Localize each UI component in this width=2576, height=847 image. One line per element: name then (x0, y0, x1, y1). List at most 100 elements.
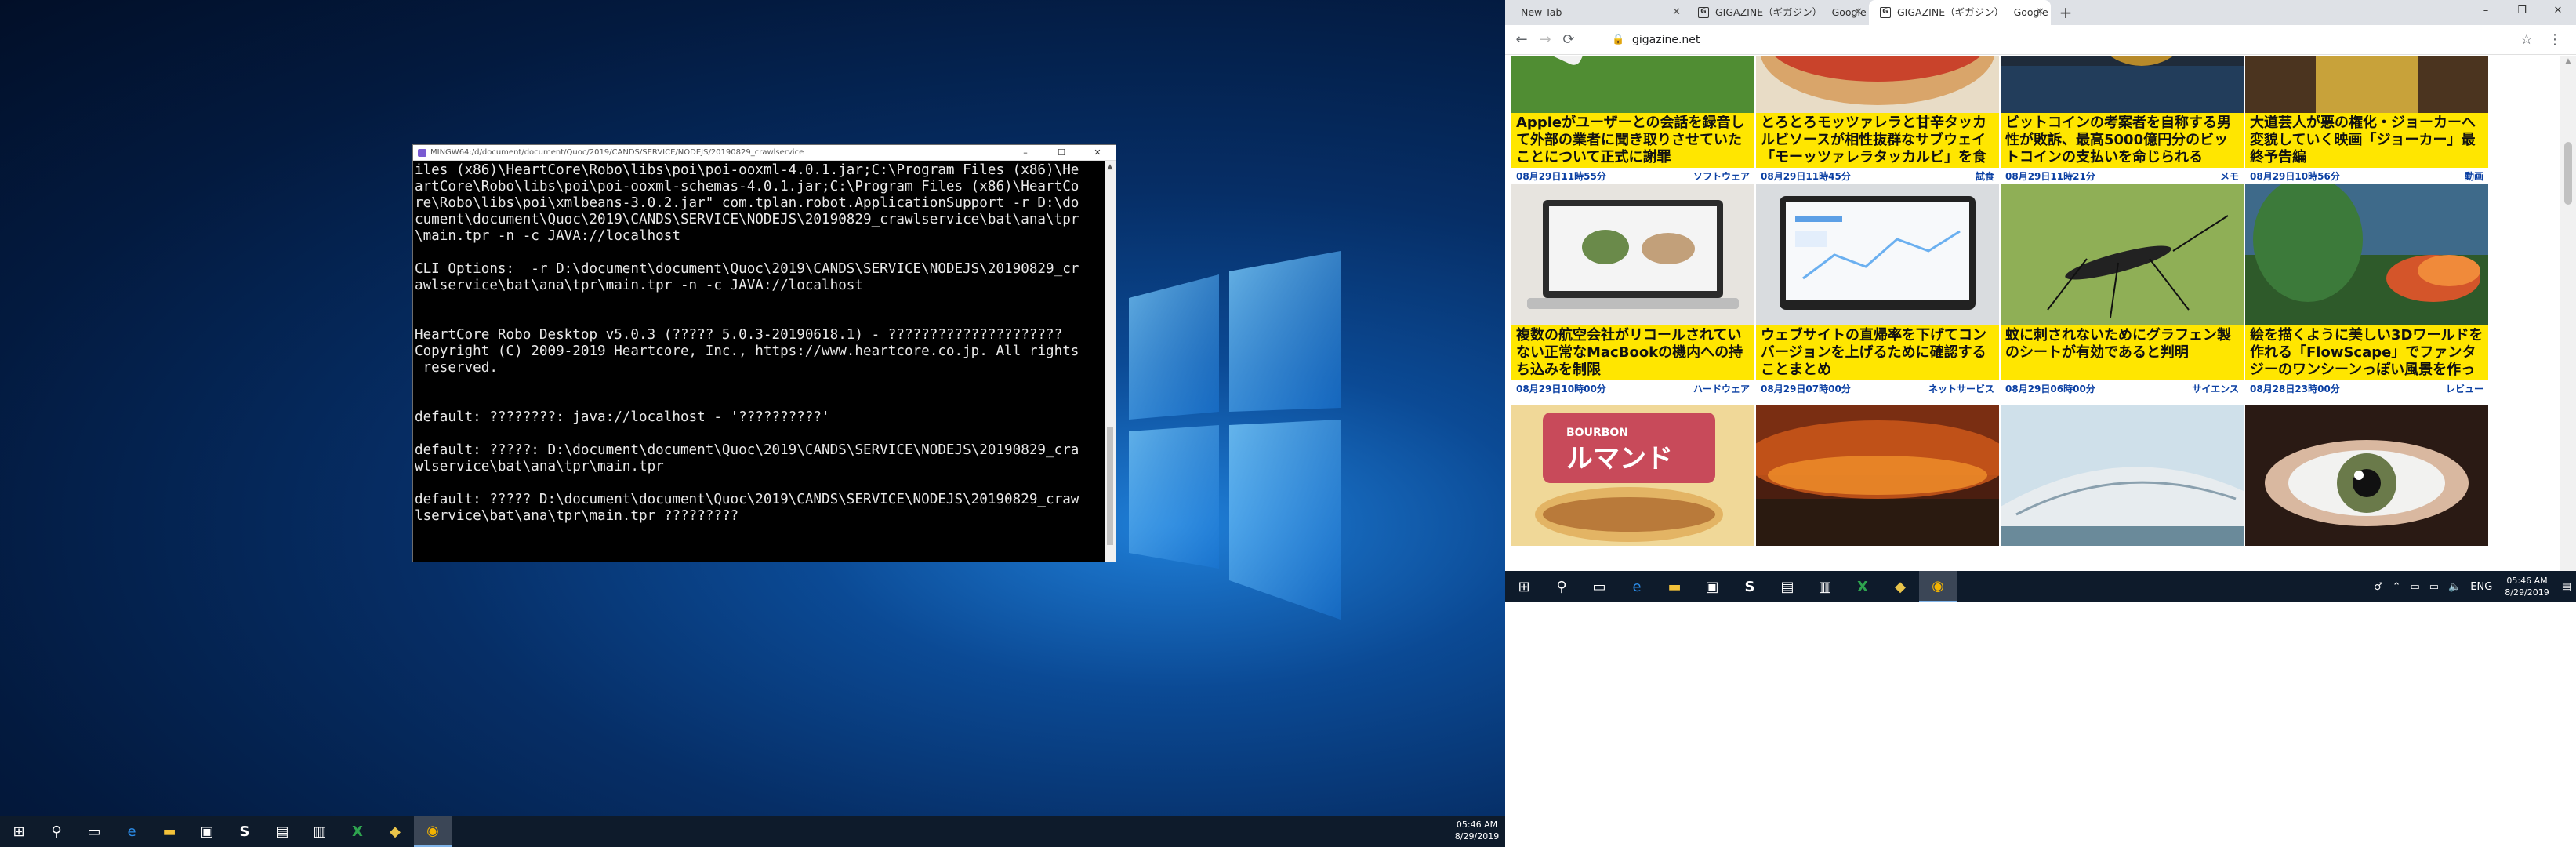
article-title[interactable]: 複数の航空会社がリコールされていない正常なMacBookの機内への持ち込みを制限 (1511, 325, 1754, 380)
start-button[interactable]: ⊞ (0, 816, 38, 847)
start-button[interactable]: ⊞ (1505, 571, 1543, 602)
article-card[interactable]: 複数の航空会社がリコールされていない正常なMacBookの機内への持ち込みを制限… (1511, 184, 1754, 398)
article-card[interactable]: 絵を描くように美しい3Dワールドを作れる「FlowScape」でファンタジーのワ… (2245, 184, 2488, 398)
article-thumbnail[interactable] (1756, 56, 1999, 113)
article-card[interactable]: 蚊に刺されないためにグラフェン製のシートが有効であると判明 08月29日06時00… (2001, 184, 2244, 398)
article-card[interactable] (2001, 405, 2244, 546)
terminal-titlebar[interactable]: MINGW64:/d/document/document/Quoc/2019/C… (413, 145, 1116, 161)
new-tab-button[interactable]: + (2054, 0, 2077, 25)
app-icon-1[interactable]: ▤ (1769, 571, 1806, 602)
excel-icon[interactable]: X (1844, 571, 1881, 602)
file-explorer-icon[interactable]: ▬ (1656, 571, 1693, 602)
excel-icon[interactable]: X (339, 816, 376, 847)
forward-arrow-icon[interactable]: → (1535, 30, 1555, 50)
article-thumbnail[interactable] (1756, 184, 1999, 325)
article-category[interactable]: ソフトウェア (1693, 168, 1750, 185)
article-card[interactable]: ₿ビットコインの考案者を自称する男性が敗訴、最高5000億円分のビットコインの支… (2001, 56, 2244, 185)
remote-desktop-icon[interactable]: ▣ (188, 816, 226, 847)
input-language[interactable]: ENG (2465, 581, 2497, 593)
gigazine-page[interactable]: Appleがユーザーとの会話を録音して外部の業者に聞き取りさせていたことについて… (1505, 56, 2560, 571)
minimize-button[interactable]: – (1007, 145, 1043, 160)
edge-icon[interactable]: e (1618, 571, 1656, 602)
tab-close-icon[interactable]: ✕ (1854, 0, 1863, 25)
minimize-button[interactable]: – (2468, 0, 2504, 25)
article-title[interactable]: ビットコインの考案者を自称する男性が敗訴、最高5000億円分のビットコインの支払… (2001, 113, 2244, 168)
bookmark-star-icon[interactable]: ☆ (2516, 30, 2537, 50)
chrome-menu-icon[interactable]: ⋮ (2545, 30, 2565, 50)
terminal-output[interactable]: iles (x86)\HeartCore\Robo\libs\poi\poi-o… (413, 161, 1105, 562)
article-category[interactable]: ネットサービス (1928, 380, 1994, 398)
tab-close-icon[interactable]: ✕ (2036, 0, 2044, 25)
scrollbar-thumb[interactable] (1107, 427, 1113, 545)
article-card[interactable]: 大道芸人が悪の権化・ジョーカーへ変貌していく映画「ジョーカー」最終予告編 08月2… (2245, 56, 2488, 185)
back-arrow-icon[interactable]: ← (1511, 30, 1532, 50)
article-thumbnail[interactable]: BOURBON ルマンド (1511, 405, 1754, 546)
article-thumbnail[interactable]: ₿ (2001, 56, 2244, 113)
article-thumbnail[interactable] (2245, 56, 2488, 113)
notepad-icon[interactable]: ▥ (1806, 571, 1844, 602)
article-category[interactable]: サイエンス (2192, 380, 2239, 398)
taskbar-clock[interactable]: 05:46 AM 8/29/2019 (2497, 575, 2556, 598)
article-card[interactable]: BOURBON ルマンド (1511, 405, 1754, 546)
close-button[interactable]: ✕ (1079, 145, 1116, 160)
task-view-icon[interactable]: ▭ (1580, 571, 1618, 602)
search-icon[interactable]: ⚲ (1543, 571, 1580, 602)
article-thumbnail[interactable] (2245, 405, 2488, 546)
notification-icon[interactable]: ▤ (2557, 581, 2576, 593)
edge-icon[interactable]: e (113, 816, 151, 847)
article-card[interactable]: Appleがユーザーとの会話を録音して外部の業者に聞き取りさせていたことについて… (1511, 56, 1754, 185)
scroll-up-arrow-icon[interactable]: ▲ (2560, 57, 2576, 65)
tab-new-tab[interactable]: New Tab ✕ (1505, 0, 1687, 25)
volume-icon[interactable]: 🔈 (2444, 581, 2465, 593)
article-title[interactable]: とろとろモッツァレラと甘辛タッカルビソースが相性抜群なサブウェイ「モーッツァレラ… (1756, 113, 1999, 168)
show-hidden-icons-icon[interactable]: ⌃ (2388, 581, 2406, 593)
article-category[interactable]: 試食 (1976, 168, 1994, 185)
article-thumbnail[interactable] (2001, 405, 2244, 546)
article-thumbnail[interactable] (1756, 405, 1999, 546)
tab-gigazine-2[interactable]: G GIGAZINE（ギガジン） - Google ✕ (1869, 0, 2051, 25)
article-title[interactable]: 蚊に刺されないためにグラフェン製のシートが有効であると判明 (2001, 325, 2244, 380)
git-icon[interactable]: ◆ (376, 816, 414, 847)
git-icon[interactable]: ◆ (1881, 571, 1919, 602)
restore-button[interactable]: ❐ (2504, 0, 2540, 25)
article-card[interactable]: ウェブサイトの直帰率を下げてコンバージョンを上げるために確認することまとめ 08月… (1756, 184, 1999, 398)
chrome-icon[interactable]: ◉ (1919, 571, 1957, 602)
close-button[interactable]: ✕ (2540, 0, 2576, 25)
article-thumbnail[interactable] (1511, 56, 1754, 113)
scroll-up-arrow-icon[interactable]: ▲ (1105, 161, 1116, 173)
people-icon[interactable]: ♂ (2369, 581, 2388, 593)
tab-gigazine-1[interactable]: G GIGAZINE（ギガジン） - Google ✕ (1687, 0, 1869, 25)
battery-icon[interactable]: ▭ (2406, 581, 2425, 593)
tab-close-icon[interactable]: ✕ (1672, 0, 1681, 25)
search-icon[interactable]: ⚲ (38, 816, 75, 847)
article-category[interactable]: ハードウェア (1693, 380, 1750, 398)
skype-icon[interactable]: S (226, 816, 263, 847)
terminal-scrollbar[interactable]: ▲ (1105, 161, 1116, 562)
article-title[interactable]: ウェブサイトの直帰率を下げてコンバージョンを上げるために確認することまとめ (1756, 325, 1999, 380)
article-category[interactable]: メモ (2220, 168, 2239, 185)
article-card[interactable] (1756, 405, 1999, 546)
taskbar-clock[interactable]: 05:46 AM 8/29/2019 (1453, 819, 1500, 842)
page-scrollbar[interactable]: ▲ (2560, 56, 2576, 571)
scrollbar-thumb[interactable] (2564, 142, 2572, 205)
mingw-terminal-window[interactable]: MINGW64:/d/document/document/Quoc/2019/C… (412, 144, 1116, 562)
reload-icon[interactable]: ⟳ (1558, 30, 1579, 50)
chrome-icon[interactable]: ◉ (414, 816, 452, 847)
file-explorer-icon[interactable]: ▬ (151, 816, 188, 847)
task-view-icon[interactable]: ▭ (75, 816, 113, 847)
notepad-icon[interactable]: ▥ (301, 816, 339, 847)
maximize-button[interactable]: ☐ (1043, 145, 1079, 160)
article-title[interactable]: 絵を描くように美しい3Dワールドを作れる「FlowScape」でファンタジーのワ… (2245, 325, 2488, 380)
skype-icon[interactable]: S (1731, 571, 1769, 602)
article-title[interactable]: Appleがユーザーとの会話を録音して外部の業者に聞き取りさせていたことについて… (1511, 113, 1754, 168)
address-bar[interactable]: 🔒 gigazine.net (1599, 28, 2462, 52)
remote-desktop-icon[interactable]: ▣ (1693, 571, 1731, 602)
article-category[interactable]: 動画 (2465, 168, 2483, 185)
article-card[interactable] (2245, 405, 2488, 546)
article-card[interactable]: とろとろモッツァレラと甘辛タッカルビソースが相性抜群なサブウェイ「モーッツァレラ… (1756, 56, 1999, 185)
article-thumbnail[interactable] (1511, 184, 1754, 325)
article-category[interactable]: レビュー (2446, 380, 2483, 398)
app-icon-1[interactable]: ▤ (263, 816, 301, 847)
article-thumbnail[interactable] (2245, 184, 2488, 325)
article-title[interactable]: 大道芸人が悪の権化・ジョーカーへ変貌していく映画「ジョーカー」最終予告編 (2245, 113, 2488, 168)
